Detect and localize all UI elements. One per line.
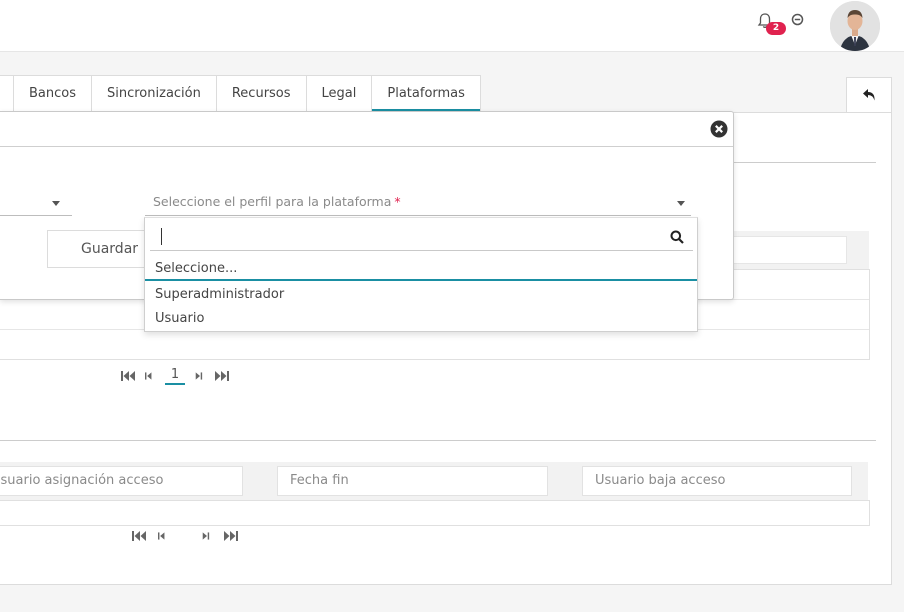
prev-page-icon[interactable] [145,370,155,382]
first-page-icon[interactable] [121,370,135,382]
filter-fecha-fin[interactable]: Fecha fin [277,466,548,496]
notification-badge: 2 [766,22,786,35]
last-page-icon[interactable] [215,370,229,382]
chevron-down-icon [677,201,685,206]
close-icon[interactable] [710,120,728,138]
dropdown-option-seleccione[interactable]: Seleccione... [145,257,697,281]
tab-bancos[interactable]: Bancos [14,75,92,112]
table1-filter-input[interactable] [733,236,847,264]
table-row [0,500,870,526]
section-divider [0,440,876,441]
filter-usuario-asignacion[interactable]: Usuario asignación acceso [0,466,243,496]
prev-page-icon[interactable] [158,530,168,542]
reply-arrow-icon [863,89,875,101]
back-button[interactable] [846,77,892,112]
text-cursor [161,228,162,245]
user-avatar[interactable] [830,1,880,51]
tab-legal[interactable]: Legal [306,75,373,112]
tab-recursos[interactable]: Recursos [216,75,307,112]
profile-dropdown: Seleccione... Superadministrador Usuario [144,217,698,332]
search-icon [670,230,684,244]
profile-select[interactable]: Seleccione el perfil para la plataforma * [145,192,691,216]
dropdown-option-superadministrador[interactable]: Superadministrador [145,283,697,307]
dropdown-option-usuario[interactable]: Usuario [145,307,697,331]
pagination-1: 1 [121,367,229,385]
tab-partial[interactable] [0,75,14,112]
modal-header-divider [0,146,733,147]
last-page-icon[interactable] [224,530,238,542]
section-divider [732,162,876,163]
status-circle-icon[interactable] [791,13,804,26]
next-page-icon[interactable] [195,370,205,382]
page-number[interactable]: 1 [165,367,185,385]
user-avatar-image [830,1,880,51]
tab-bar: Bancos Sincronización Recursos Legal Pla… [0,75,481,112]
table-row [0,330,869,360]
filter-usuario-baja[interactable]: Usuario baja acceso [582,466,852,496]
next-page-icon[interactable] [202,530,212,542]
top-bar: 2 [0,0,904,52]
tab-plataformas[interactable]: Plataformas [372,75,481,112]
chevron-down-icon [52,201,60,206]
dropdown-search-input[interactable] [150,222,693,251]
platform-select[interactable] [0,192,72,216]
first-page-icon[interactable] [132,530,146,542]
pagination-2 [132,530,238,542]
required-mark: * [394,194,401,209]
profile-select-placeholder: Seleccione el perfil para la plataforma * [153,194,401,209]
save-button[interactable]: Guardar [47,230,147,268]
tab-sincronizacion[interactable]: Sincronización [92,75,217,112]
